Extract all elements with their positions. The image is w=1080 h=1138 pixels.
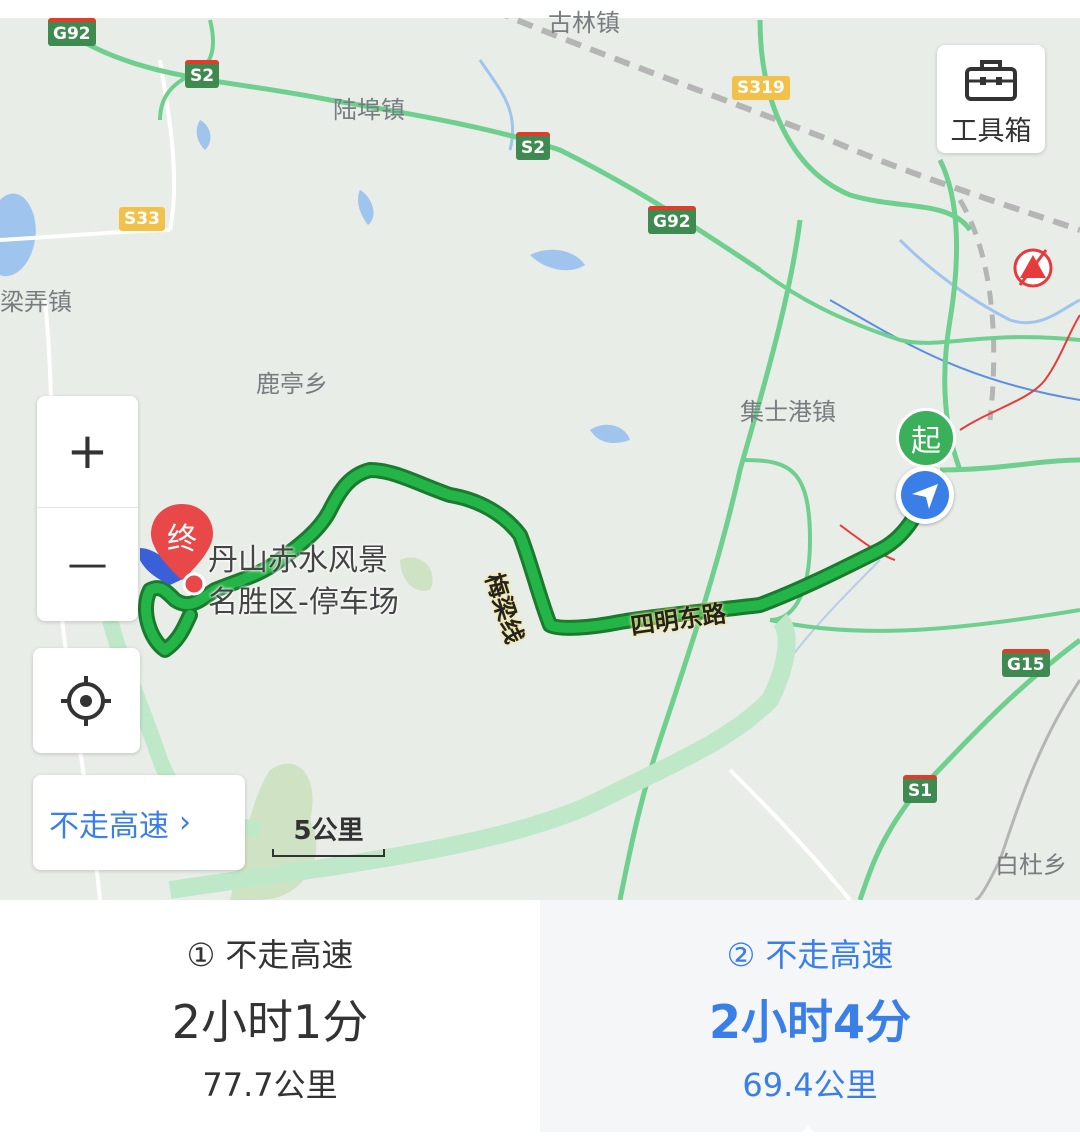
place-label: 古林镇: [548, 9, 620, 37]
divider: [37, 507, 138, 508]
map-view[interactable]: 古林镇 陆埠镇 梁弄镇 鹿亭乡 集士港镇 白杜乡 G92 S2 S2 S319 …: [0, 0, 1080, 900]
toolbox-label: 工具箱: [950, 116, 1032, 147]
end-marker[interactable]: 终: [149, 502, 215, 598]
highway-shield: S33: [119, 207, 165, 231]
toolbox-icon: [965, 60, 1017, 101]
start-label: 起: [896, 408, 956, 468]
current-location-icon: [896, 466, 954, 524]
zoom-out-button[interactable]: —: [37, 509, 138, 619]
start-marker[interactable]: 起: [896, 408, 956, 468]
place-label: 集士港镇: [740, 398, 836, 426]
zoom-control: + —: [37, 396, 138, 621]
route-option-2[interactable]: ② 不走高速 2小时4分 69.4公里: [540, 900, 1080, 1132]
route-name: ① 不走高速: [186, 936, 354, 974]
place-label: 陆埠镇: [333, 96, 405, 124]
destination-label[interactable]: 丹山赤水风景 名胜区-停车场: [208, 540, 399, 624]
map-scale: 5公里: [272, 810, 385, 857]
status-strip: [0, 0, 1080, 18]
locate-button[interactable]: [33, 648, 140, 753]
route-time: 2小时1分: [171, 995, 369, 1049]
route-distance: 69.4公里: [742, 1066, 878, 1104]
bottom-divider: [0, 1132, 1080, 1138]
chevron-right-icon: ›: [179, 805, 191, 840]
zoom-in-button[interactable]: +: [37, 396, 138, 506]
scale-label: 5公里: [293, 816, 364, 846]
end-label: 终: [167, 522, 197, 557]
destination-line2: 名胜区-停车场: [208, 585, 399, 620]
route-time: 2小时4分: [708, 995, 911, 1049]
place-label: 梁弄镇: [0, 288, 72, 316]
highway-shield: S2: [516, 132, 551, 160]
route-option-1[interactable]: ① 不走高速 2小时1分 77.7公里: [0, 900, 540, 1132]
highway-shield: G15: [1002, 649, 1050, 677]
locate-icon: [61, 676, 111, 726]
highway-shield: G92: [648, 206, 696, 234]
route-distance: 77.7公里: [202, 1066, 338, 1104]
destination-line1: 丹山赤水风景: [208, 543, 388, 578]
place-label: 白杜乡: [995, 851, 1067, 879]
toolbox-button[interactable]: 工具箱: [937, 45, 1045, 153]
place-label: 鹿亭乡: [256, 370, 328, 398]
selected-indicator: [796, 1126, 820, 1138]
avoid-highway-label: 不走高速: [49, 808, 169, 844]
highway-shield: G92: [48, 18, 96, 46]
highway-shield: S1: [903, 775, 938, 803]
route-options: ① 不走高速 2小时1分 77.7公里 ② 不走高速 2小时4分 69.4公里: [0, 900, 1080, 1138]
highway-shield: S319: [732, 76, 790, 100]
avoid-highway-button[interactable]: 不走高速 ›: [33, 775, 245, 870]
scale-bar: [272, 849, 385, 857]
route-name: ② 不走高速: [726, 936, 894, 974]
highway-shield: S2: [185, 60, 220, 88]
